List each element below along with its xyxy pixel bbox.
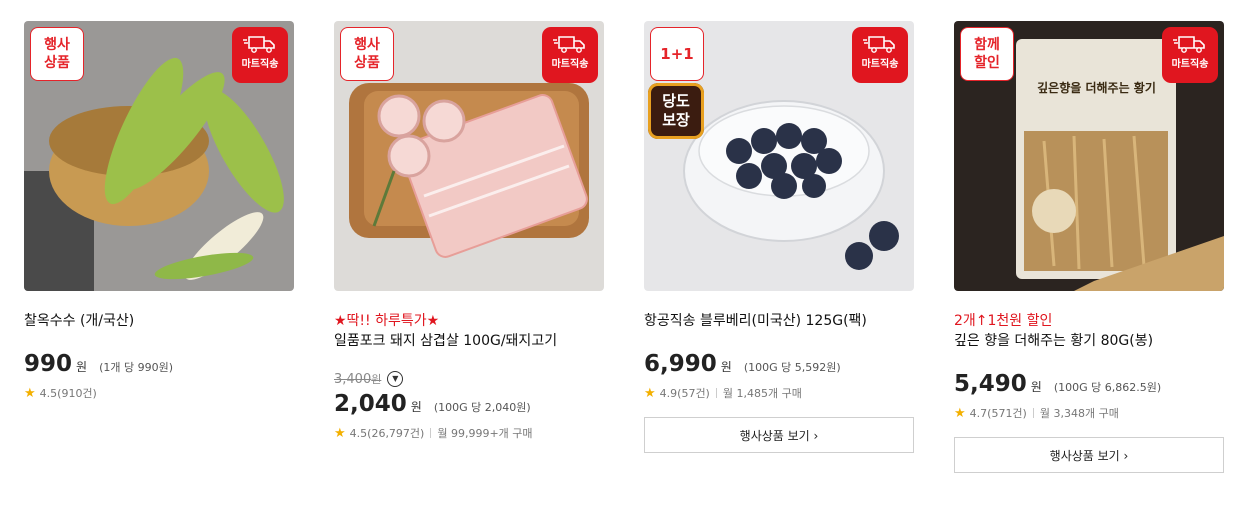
- star-icon: ★: [954, 405, 966, 421]
- product-meta: ★ 4.9(57건) 월 1,485개 구매: [644, 385, 914, 401]
- promo-text: ★딱!! 하루특가★: [334, 313, 440, 329]
- mart-delivery-badge: 마트직송: [1162, 27, 1218, 83]
- product-card[interactable]: 1+1 당도 보장 마트직송 항공직송 블루베리(미국산) 125G(팩) 6,…: [644, 21, 914, 453]
- one-plus-one-badge: 1+1: [650, 27, 704, 81]
- mart-delivery-label: 마트직송: [861, 59, 899, 70]
- event-product-badge: 행사 상품: [30, 27, 84, 81]
- sale-price: 990: [24, 351, 73, 377]
- mart-delivery-label: 마트직송: [241, 59, 279, 70]
- product-image[interactable]: 깊은향을 더해주는 황기 함께 할인 마트직송: [954, 21, 1224, 291]
- currency: 원: [410, 400, 422, 414]
- price-row: 5,490 원 (100G 당 6,862.5원): [954, 371, 1224, 397]
- product-image[interactable]: 행사 상품 마트직송: [24, 21, 294, 291]
- product-meta: ★ 4.5(910건): [24, 385, 294, 401]
- divider: [715, 388, 717, 398]
- together-discount-badge: 함께 할인: [960, 27, 1014, 81]
- monthly-purchases: 월 99,999+개 구매: [437, 427, 533, 440]
- original-price: 3,400원: [334, 372, 382, 387]
- mart-delivery-badge: 마트직송: [542, 27, 598, 83]
- star-icon: ★: [334, 425, 346, 441]
- original-price-row: 3,400원 ▼: [334, 369, 604, 389]
- product-name[interactable]: 일품포크 돼지 삼겹살 100G/돼지고기: [334, 331, 604, 351]
- product-card[interactable]: 깊은향을 더해주는 황기 함께 할인 마트직송 2개↑1천원 할인 깊은 향을 …: [954, 21, 1224, 473]
- view-event-products-button[interactable]: 행사상품 보기 ›: [644, 417, 914, 453]
- product-image[interactable]: 행사 상품 마트직송: [334, 21, 604, 291]
- rating: 4.7(571건): [969, 407, 1027, 420]
- event-product-badge: 행사 상품: [340, 27, 394, 81]
- promo-text: 2개↑1천원 할인: [954, 313, 1053, 329]
- monthly-purchases: 월 3,348개 구매: [1039, 407, 1119, 420]
- product-meta: ★ 4.5(26,797건) 월 99,999+개 구매: [334, 425, 604, 441]
- product-name[interactable]: 항공직송 블루베리(미국산) 125G(팩): [644, 311, 914, 331]
- sweetness-guarantee-badge: 당도 보장: [648, 83, 704, 139]
- view-event-products-button[interactable]: 행사상품 보기 ›: [954, 437, 1224, 473]
- product-meta: ★ 4.7(571건) 월 3,348개 구매: [954, 405, 1224, 421]
- price-row: 2,040 원 (100G 당 2,040원): [334, 391, 604, 417]
- price-row: 6,990 원 (100G 당 5,592원): [644, 351, 914, 377]
- delivery-truck-icon: [1173, 36, 1205, 53]
- divider: [430, 428, 432, 438]
- rating: 4.5(26,797건): [349, 427, 425, 440]
- mart-delivery-label: 마트직송: [551, 59, 589, 70]
- unit-price: (100G 당 2,040원): [433, 401, 531, 414]
- package-label: 깊은향을 더해주는 황기: [1037, 81, 1156, 95]
- product-card[interactable]: 행사 상품 마트직송 ★딱!! 하루특가★ 일품포크 돼지 삼겹살 100G/돼…: [334, 21, 604, 441]
- chevron-down-icon[interactable]: ▼: [387, 371, 404, 387]
- rating: 4.5(910건): [39, 387, 97, 400]
- divider: [1032, 408, 1034, 418]
- currency: 원: [76, 360, 88, 374]
- mart-delivery-badge: 마트직송: [232, 27, 288, 83]
- sale-price: 6,990: [644, 351, 717, 377]
- rating: 4.9(57건): [659, 387, 710, 400]
- mart-delivery-label: 마트직송: [1171, 59, 1209, 70]
- unit-price: (100G 당 6,862.5원): [1053, 381, 1162, 394]
- sale-price: 5,490: [954, 371, 1027, 397]
- product-name[interactable]: 찰옥수수 (개/국산): [24, 311, 294, 331]
- mart-delivery-badge: 마트직송: [852, 27, 908, 83]
- star-icon: ★: [644, 385, 656, 401]
- monthly-purchases: 월 1,485개 구매: [722, 387, 802, 400]
- unit-price: (1개 당 990원): [99, 361, 173, 374]
- currency: 원: [720, 360, 732, 374]
- unit-price: (100G 당 5,592원): [743, 361, 841, 374]
- product-name[interactable]: 깊은 향을 더해주는 황기 80G(봉): [954, 331, 1224, 351]
- delivery-truck-icon: [553, 36, 585, 53]
- currency: 원: [1030, 380, 1042, 394]
- price-row: 990 원 (1개 당 990원): [24, 351, 294, 377]
- product-image[interactable]: 1+1 당도 보장 마트직송: [644, 21, 914, 291]
- sale-price: 2,040: [334, 391, 407, 417]
- delivery-truck-icon: [243, 36, 275, 53]
- star-icon: ★: [24, 385, 36, 401]
- product-card[interactable]: 행사 상품 마트직송 찰옥수수 (개/국산) 990 원 (1개 당 990원)…: [24, 21, 294, 401]
- delivery-truck-icon: [863, 36, 895, 53]
